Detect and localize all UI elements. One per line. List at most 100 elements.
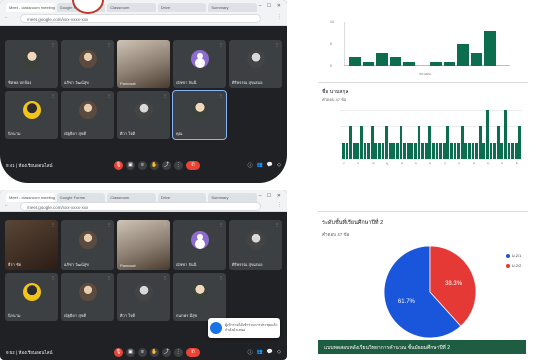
chat-icon[interactable]: 💬 [267,162,273,169]
presenting-notification[interactable]: ผู้เข้าร่วมได้เข้าร่วมการประชุมแล้ว กำลั… [208,318,280,338]
participant-tile[interactable]: ⋮ ณัชชา จันนี [173,40,226,88]
tile-menu-icon[interactable]: ⋮ [219,42,223,47]
activities-icon[interactable]: ◇ [277,162,281,169]
browser-tab[interactable]: Summary [208,3,257,12]
participant-name: อภิชา วัฒน์สุข [64,262,89,267]
participant-tile[interactable]: ⋮ กนกพร มีสุข [173,273,226,321]
tile-menu-icon[interactable]: ⋮ [51,222,55,227]
window-controls[interactable]: – ☐ ✕ [259,3,283,9]
leave-call-button[interactable]: ✆ [186,347,200,357]
raise-hand-button[interactable]: ✋ [150,347,159,357]
participant-tile[interactable]: ⋮ Panuwat [117,40,170,88]
participant-grid: ⋮ ธีรา ชัย ⋮ อภิชา วัฒน์สุข ⋮ Panuwat ⋮ ณัชชา จ… [5,220,282,321]
present-button[interactable]: ⤴ [162,160,171,170]
gridline [340,159,522,160]
response-bar [471,142,475,159]
participant-tile[interactable]: ⋮ ศิริพรรณ สุขเสมอ [229,40,282,88]
tile-menu-icon[interactable]: ⋮ [219,222,223,227]
tile-menu-icon[interactable]: ⋮ [107,93,111,98]
browser-tab[interactable]: Drive [157,3,207,12]
x-tick-label: ผ [428,160,433,166]
response-bar [410,142,414,159]
participant-tile[interactable]: ⋮ อภิชา วัฒน์สุข [61,220,114,270]
avatar [190,283,209,302]
mic-off-button[interactable]: 🎙 [114,160,123,170]
x-tick-label: ฮ [486,160,490,166]
response-bar [417,126,421,159]
response-bar [450,142,453,159]
chat-icon[interactable]: 💬 [267,349,273,356]
tile-menu-icon[interactable]: ⋮ [275,42,279,47]
participant-name: ศิริพรรณ สุขเสมอ [232,262,263,267]
browser-tab[interactable]: Meet - classroom meeting [6,193,55,202]
tile-menu-icon[interactable]: ⋮ [107,42,111,47]
browser-tab[interactable]: Classroom [107,193,156,202]
tile-menu-icon[interactable]: ⋮ [219,93,223,98]
participant-tile[interactable]: ⋮ นิรนาม [5,91,58,139]
tile-menu-icon[interactable]: ⋮ [163,42,167,47]
participant-tile[interactable]: ⋮ ศิวา ใจดี [117,91,170,139]
browser-tab[interactable]: Drive [157,193,207,202]
window-controls[interactable]: – ☐ ✕ [259,193,283,199]
extensions-icon[interactable]: ⋮ [277,202,282,208]
participant-tile[interactable]: ⋮ ศิวา ใจดี [117,273,170,321]
participant-tile[interactable]: ⋮ ธีรา ชัย [5,220,58,270]
extensions-icon[interactable]: ⋮ [277,14,282,20]
browser-tab[interactable]: Classroom [107,3,156,12]
camera-button[interactable]: ▣ [126,160,135,170]
tile-menu-icon[interactable]: ⋮ [107,222,111,227]
participant-name: อภิชา วัฒน์สุข [64,80,89,85]
x-tick-label: ฐ [385,161,389,166]
more-options-button[interactable]: ⋮ [174,347,183,357]
participant-tile[interactable]: ⋮ ณัฐธิดา สุขดี [61,273,114,321]
people-icon[interactable]: 👥 [257,162,263,169]
tile-menu-icon[interactable]: ⋮ [219,275,223,280]
info-icon[interactable]: ⓘ [248,349,253,356]
leave-call-button[interactable]: ✆ [186,160,200,170]
participant-tile[interactable]: ⋮ ชิตพล ปกป้อง [5,40,58,88]
divider [318,82,528,83]
captions-button[interactable]: ≡ [138,160,147,170]
response-count: คำตอบ 47 ข้อ [322,97,347,102]
meeting-time: 9:41 | ห้องเรียนออนไลน์ [6,162,53,168]
tile-menu-icon[interactable]: ⋮ [51,93,55,98]
back-icon[interactable]: ← [4,14,9,20]
participant-tile[interactable]: ⋮ อภิชา วัฒน์สุข [61,40,114,88]
y-tick-label: 5 [330,42,332,46]
activities-icon[interactable]: ◇ [277,349,281,356]
response-bar [392,142,396,159]
address-bar[interactable]: meet.google.com/xxx-xxxx-xxx [20,14,261,23]
info-icon[interactable]: ⓘ [248,162,253,169]
response-bar [381,142,385,159]
tile-menu-icon[interactable]: ⋮ [51,42,55,47]
participant-tile[interactable]: ⋮ ณัฐธิดา สุขดี [61,91,114,139]
participant-tile[interactable]: ⋮ คุณ [172,90,227,140]
captions-button[interactable]: ≡ [138,347,147,357]
address-bar[interactable]: meet.google.com/xxx-xxxx-xxx [20,202,261,211]
tile-menu-icon[interactable]: ⋮ [107,275,111,280]
mic-off-button[interactable]: 🎙 [114,347,123,357]
tile-menu-icon[interactable]: ⋮ [163,275,167,280]
avatar [134,283,153,302]
response-bar [446,126,450,159]
browser-tab[interactable]: Meet - classroom meeting [6,3,55,12]
response-bar [496,126,500,159]
participant-tile[interactable]: ⋮ ศิริพรรณ สุขเสมอ [229,220,282,270]
browser-tab[interactable]: Google Forms [56,193,106,202]
people-icon[interactable]: 👥 [257,349,263,356]
tile-menu-icon[interactable]: ⋮ [163,93,167,98]
participant-tile[interactable]: ⋮ ณัชชา จันนี [173,220,226,270]
tile-menu-icon[interactable]: ⋮ [51,275,55,280]
participant-tile[interactable]: ⋮ นิรนาม [5,273,58,321]
participant-tile[interactable]: ⋮ Panuwat [117,220,170,270]
camera-button[interactable]: ▣ [126,347,135,357]
present-button[interactable]: ⤴ [162,347,171,357]
browser-tab[interactable]: Summary [208,193,257,202]
back-icon[interactable]: ← [4,202,9,208]
tile-menu-icon[interactable]: ⋮ [163,222,167,227]
more-options-button[interactable]: ⋮ [174,160,183,170]
raise-hand-button[interactable]: ✋ [150,160,159,170]
response-bar [518,126,522,159]
x-tick-label: จ [356,160,361,166]
tile-menu-icon[interactable]: ⋮ [275,222,279,227]
